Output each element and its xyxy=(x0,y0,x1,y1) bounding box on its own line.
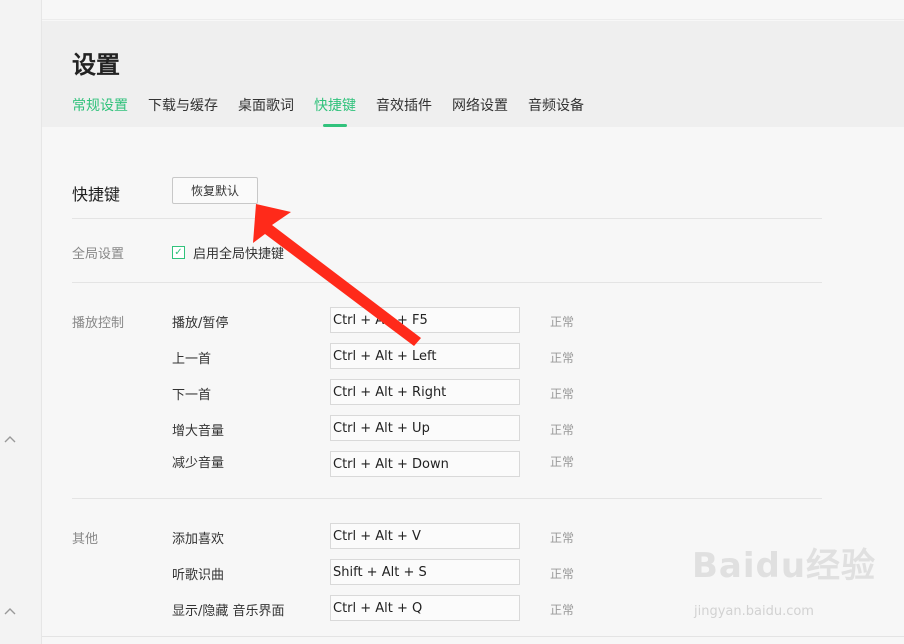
tab-shortcuts[interactable]: 快捷键 xyxy=(314,95,356,127)
shortcut-input[interactable]: Ctrl + Alt + Down xyxy=(330,451,520,477)
watermark: Baidu经验 jingyan.baidu.com xyxy=(692,538,877,619)
divider xyxy=(72,282,822,283)
status-text: 正常 xyxy=(550,351,575,365)
left-sidebar-strip xyxy=(0,0,42,644)
settings-tabs: 常规设置 下载与缓存 桌面歌词 快捷键 音效插件 网络设置 音频设备 xyxy=(72,95,604,127)
chevron-up-icon[interactable] xyxy=(4,606,16,618)
status-text: 正常 xyxy=(550,531,575,545)
page-title: 设置 xyxy=(72,51,120,79)
global-shortcut-toggle[interactable]: ✓ 启用全局快捷键 xyxy=(172,243,284,262)
action-label: 添加喜欢 xyxy=(172,532,225,547)
tab-audio-device[interactable]: 音频设备 xyxy=(528,95,584,127)
status-text: 正常 xyxy=(550,455,575,469)
check-icon[interactable]: ✓ xyxy=(172,246,185,259)
status-text: 正常 xyxy=(550,315,575,329)
status-text: 正常 xyxy=(550,387,575,401)
action-label: 下一首 xyxy=(172,388,212,403)
top-band xyxy=(42,0,904,20)
divider xyxy=(72,218,822,219)
chevron-up-icon[interactable] xyxy=(4,434,16,446)
shortcut-input[interactable]: Shift + Alt + S xyxy=(330,559,520,585)
action-label: 听歌识曲 xyxy=(172,568,225,583)
action-label: 增大音量 xyxy=(172,424,225,439)
other-group-label: 其他 xyxy=(72,532,99,547)
reset-default-button[interactable]: 恢复默认 xyxy=(172,177,258,204)
tab-sound-effects[interactable]: 音效插件 xyxy=(376,95,432,127)
divider xyxy=(72,498,822,499)
section-title: 快捷键 xyxy=(72,185,121,204)
action-label: 显示/隐藏 音乐界面 xyxy=(172,604,285,619)
shortcut-input[interactable]: Ctrl + Alt + Right xyxy=(330,379,520,405)
action-label: 播放/暂停 xyxy=(172,316,229,331)
global-settings-label: 全局设置 xyxy=(72,247,125,262)
shortcut-input[interactable]: Ctrl + Alt + Up xyxy=(330,415,520,441)
global-shortcut-label: 启用全局快捷键 xyxy=(193,247,285,262)
shortcut-input[interactable]: Ctrl + Alt + Left xyxy=(330,343,520,369)
tab-download-cache[interactable]: 下载与缓存 xyxy=(148,95,218,127)
status-text: 正常 xyxy=(550,567,575,581)
tab-desktop-lyrics[interactable]: 桌面歌词 xyxy=(238,95,294,127)
divider xyxy=(42,636,904,637)
status-text: 正常 xyxy=(550,603,575,617)
status-text: 正常 xyxy=(550,423,575,437)
playback-group-label: 播放控制 xyxy=(72,316,125,331)
tab-network[interactable]: 网络设置 xyxy=(452,95,508,127)
shortcut-input[interactable]: Ctrl + Alt + F5 xyxy=(330,307,520,333)
shortcut-input[interactable]: Ctrl + Alt + V xyxy=(330,523,520,549)
watermark-url: jingyan.baidu.com xyxy=(694,604,814,619)
shortcut-input[interactable]: Ctrl + Alt + Q xyxy=(330,595,520,621)
action-label: 上一首 xyxy=(172,352,212,367)
tab-general[interactable]: 常规设置 xyxy=(72,95,128,127)
action-label: 减少音量 xyxy=(172,456,225,471)
watermark-brand: Baidu经验 xyxy=(692,546,877,586)
settings-header: 设置 常规设置 下载与缓存 桌面歌词 快捷键 音效插件 网络设置 音频设备 xyxy=(42,21,904,127)
